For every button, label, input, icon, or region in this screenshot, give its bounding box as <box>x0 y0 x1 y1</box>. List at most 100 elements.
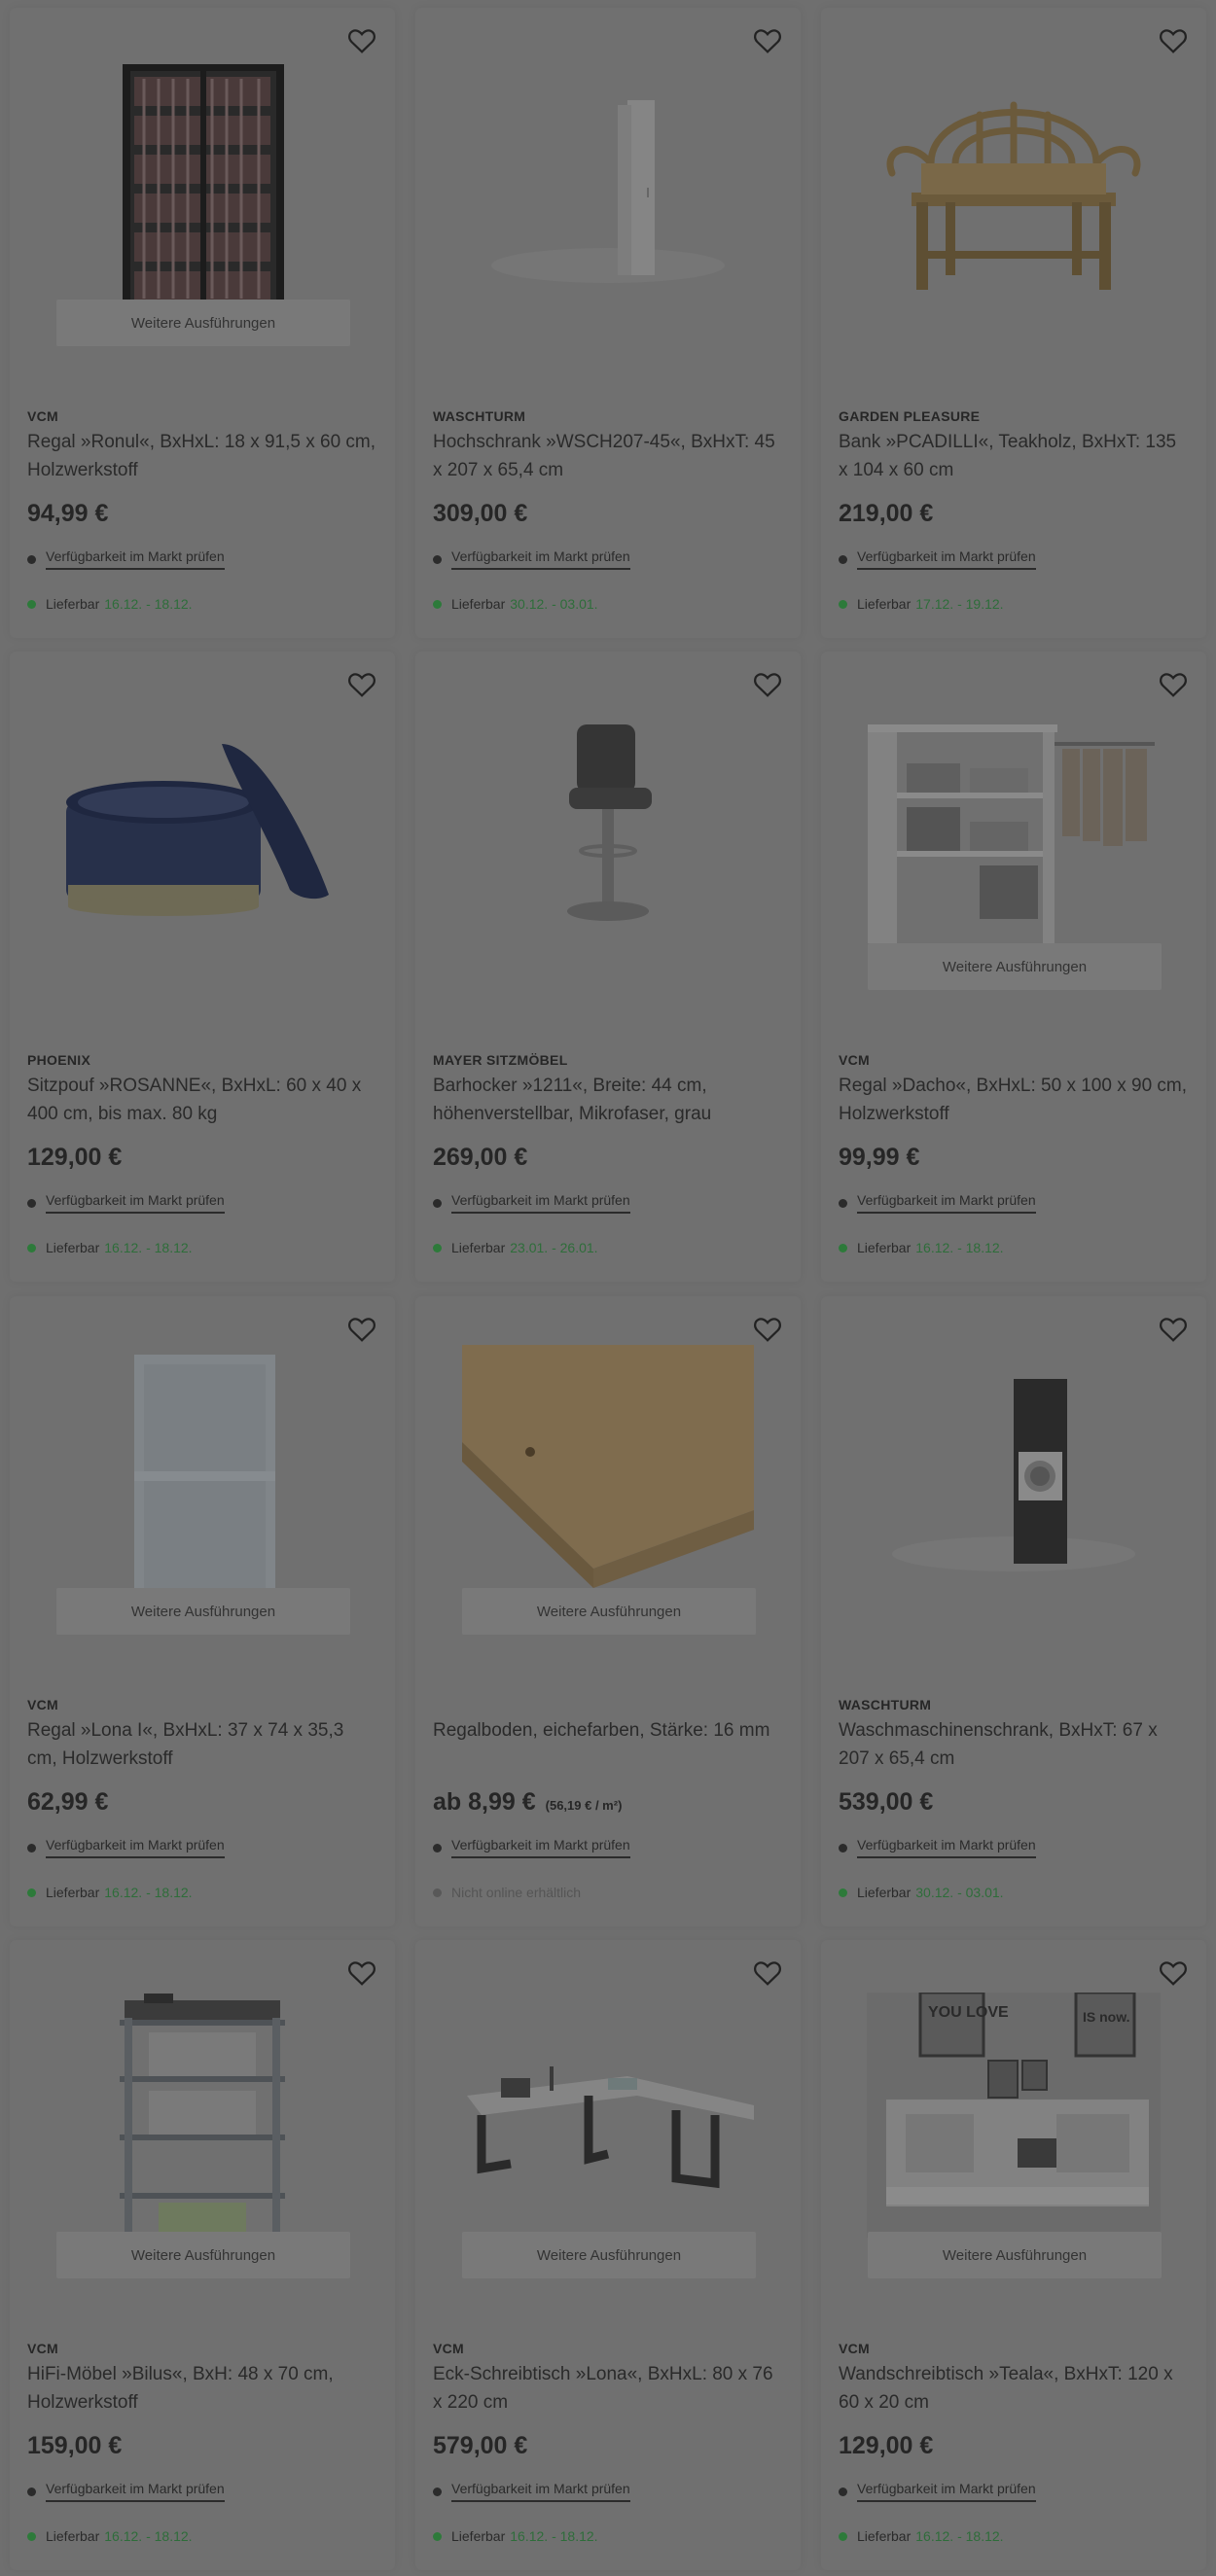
product-title[interactable]: Regal »Ronul«, BxHxL: 18 x 91,5 x 60 cm,… <box>27 428 377 484</box>
availability-check[interactable]: Verfügbarkeit im Markt prüfen <box>433 2481 630 2502</box>
product-title[interactable]: Hochschrank »WSCH207-45«, BxHxT: 45 x 20… <box>433 428 783 484</box>
availability-link[interactable]: Verfügbarkeit im Markt prüfen <box>451 548 630 570</box>
product-price: 579,00 € <box>433 2432 527 2460</box>
availability-check[interactable]: Verfügbarkeit im Markt prüfen <box>433 548 630 570</box>
product-card[interactable]: WASCHTURM Waschmaschinenschrank, BxHxT: … <box>821 1296 1206 1926</box>
product-price: ab 8,99 € (56,19 € / m²) <box>433 1788 622 1817</box>
more-variants-button[interactable]: Weitere Ausführungen <box>462 2232 756 2278</box>
availability-check[interactable]: Verfügbarkeit im Markt prüfen <box>27 1837 225 1858</box>
more-variants-button[interactable]: Weitere Ausführungen <box>56 2232 350 2278</box>
availability-link[interactable]: Verfügbarkeit im Markt prüfen <box>857 548 1036 570</box>
product-card[interactable]: YOU LOVE IS now. Weitere Ausführungen VC… <box>821 1940 1206 2570</box>
availability-check[interactable]: Verfügbarkeit im Markt prüfen <box>839 2481 1036 2502</box>
product-title[interactable]: Waschmaschinenschrank, BxHxT: 67 x 207 x… <box>839 1716 1189 1773</box>
availability-check[interactable]: Verfügbarkeit im Markt prüfen <box>27 548 225 570</box>
delivery-label: Lieferbar <box>46 596 100 612</box>
product-card[interactable]: PHOENIX Sitzpouf »ROSANNE«, BxHxL: 60 x … <box>10 652 395 1282</box>
product-card[interactable]: Weitere Ausführungen VCM Regal »Lona I«,… <box>10 1296 395 1926</box>
product-image[interactable] <box>850 695 1177 958</box>
availability-link[interactable]: Verfügbarkeit im Markt prüfen <box>46 548 225 570</box>
wall-desk-image: YOU LOVE IS now. <box>867 1993 1161 2238</box>
delivery-dot <box>839 1243 847 1253</box>
product-title[interactable]: Barhocker »1211«, Breite: 44 cm, höhenve… <box>433 1072 783 1128</box>
delivery-dot <box>27 1888 36 1897</box>
product-image[interactable] <box>39 52 366 314</box>
product-image[interactable] <box>445 52 771 314</box>
price-value: 99,99 € <box>839 1144 920 1171</box>
garden-bench-image <box>886 101 1141 290</box>
availability-check[interactable]: Verfügbarkeit im Markt prüfen <box>433 1837 630 1858</box>
product-title[interactable]: Bank »PCADILLI«, Teakholz, BxHxT: 135 x … <box>839 428 1189 484</box>
price-value: 579,00 € <box>433 2432 528 2459</box>
delivery-dot <box>839 599 847 609</box>
more-variants-button[interactable]: Weitere Ausführungen <box>462 1588 756 1635</box>
product-card[interactable]: GARDEN PLEASURE Bank »PCADILLI«, Teakhol… <box>821 8 1206 638</box>
delivery-label: Lieferbar <box>857 596 912 612</box>
availability-check[interactable]: Verfügbarkeit im Markt prüfen <box>433 1192 630 1214</box>
product-image[interactable] <box>39 1340 366 1603</box>
product-title[interactable]: HiFi-Möbel »Bilus«, BxH: 48 x 70 cm, Hol… <box>27 2360 377 2417</box>
product-image[interactable] <box>850 52 1177 314</box>
availability-link[interactable]: Verfügbarkeit im Markt prüfen <box>451 1192 630 1214</box>
product-card[interactable]: Weitere Ausführungen VCM Regal »Ronul«, … <box>10 8 395 638</box>
product-image[interactable] <box>39 1984 366 2246</box>
delivery-info: Lieferbar 16.12. - 18.12. <box>839 2528 1004 2544</box>
price-value: 539,00 € <box>839 1788 934 1816</box>
poster-left-text: YOU LOVE <box>928 2004 1009 2021</box>
delivery-dot <box>27 599 36 609</box>
availability-link[interactable]: Verfügbarkeit im Markt prüfen <box>451 2481 630 2502</box>
product-image[interactable] <box>445 1984 771 2246</box>
product-image[interactable] <box>445 1340 771 1603</box>
availability-check[interactable]: Verfügbarkeit im Markt prüfen <box>839 548 1036 570</box>
product-title[interactable]: Eck-Schreibtisch »Lona«, BxHxL: 80 x 76 … <box>433 2360 783 2417</box>
more-variants-button[interactable]: Weitere Ausführungen <box>56 300 350 346</box>
product-image[interactable]: YOU LOVE IS now. <box>850 1984 1177 2246</box>
product-price: 94,99 € <box>27 500 108 528</box>
availability-link[interactable]: Verfügbarkeit im Markt prüfen <box>46 1837 225 1858</box>
product-price: 99,99 € <box>839 1144 919 1172</box>
product-brand: VCM <box>27 2341 59 2356</box>
delivery-dot <box>433 1243 442 1253</box>
product-title[interactable]: Regal »Lona I«, BxHxL: 37 x 74 x 35,3 cm… <box>27 1716 377 1773</box>
product-card[interactable]: WASCHTURM Hochschrank »WSCH207-45«, BxHx… <box>415 8 801 638</box>
more-variants-button[interactable]: Weitere Ausführungen <box>868 943 1162 990</box>
availability-check[interactable]: Verfügbarkeit im Markt prüfen <box>27 2481 225 2502</box>
availability-link[interactable]: Verfügbarkeit im Markt prüfen <box>46 2481 225 2502</box>
availability-link[interactable]: Verfügbarkeit im Markt prüfen <box>857 2481 1036 2502</box>
product-title[interactable]: Wandschreibtisch »Teala«, BxHxT: 120 x 6… <box>839 2360 1189 2417</box>
product-image[interactable] <box>39 695 366 958</box>
price-value: 94,99 € <box>27 500 109 527</box>
delivery-info: Nicht online erhältlich <box>433 1885 581 1900</box>
more-variants-button[interactable]: Weitere Ausführungen <box>56 1588 350 1635</box>
delivery-date: 16.12. - 18.12. <box>104 2528 193 2544</box>
product-brand: WASCHTURM <box>433 408 526 424</box>
availability-check[interactable]: Verfügbarkeit im Markt prüfen <box>27 1192 225 1214</box>
product-card[interactable]: Weitere Ausführungen VCM Eck-Schreibtisc… <box>415 1940 801 2570</box>
product-brand: WASCHTURM <box>839 1697 932 1712</box>
product-title[interactable]: Sitzpouf »ROSANNE«, BxHxL: 60 x 40 x 400… <box>27 1072 377 1128</box>
product-price: 309,00 € <box>433 500 527 528</box>
product-brand: VCM <box>433 2341 465 2356</box>
product-card[interactable]: MAYER SITZMÖBEL Barhocker »1211«, Breite… <box>415 652 801 1282</box>
availability-link[interactable]: Verfügbarkeit im Markt prüfen <box>857 1837 1036 1858</box>
product-title[interactable]: Regalboden, eichefarben, Stärke: 16 mm <box>433 1716 783 1745</box>
product-price: 62,99 € <box>27 1788 108 1817</box>
product-card[interactable]: Weitere Ausführungen VCM Regal »Dacho«, … <box>821 652 1206 1282</box>
product-card[interactable]: Weitere Ausführungen Regalboden, eichefa… <box>415 1296 801 1926</box>
availability-link[interactable]: Verfügbarkeit im Markt prüfen <box>46 1192 225 1214</box>
availability-check[interactable]: Verfügbarkeit im Markt prüfen <box>839 1837 1036 1858</box>
delivery-dot <box>27 1243 36 1253</box>
wardrobe-shelf-image <box>868 724 1155 943</box>
more-variants-button[interactable]: Weitere Ausführungen <box>868 2232 1162 2278</box>
product-title[interactable]: Regal »Dacho«, BxHxL: 50 x 100 x 90 cm, … <box>839 1072 1189 1128</box>
availability-check[interactable]: Verfügbarkeit im Markt prüfen <box>839 1192 1036 1214</box>
product-image[interactable] <box>445 695 771 958</box>
product-image[interactable] <box>850 1340 1177 1603</box>
delivery-date: 17.12. - 19.12. <box>915 596 1004 612</box>
availability-link[interactable]: Verfügbarkeit im Markt prüfen <box>451 1837 630 1858</box>
product-card[interactable]: Weitere Ausführungen VCM HiFi-Möbel »Bil… <box>10 1940 395 2570</box>
delivery-date: 30.12. - 03.01. <box>915 1885 1004 1900</box>
bar-stool-image <box>567 724 652 921</box>
delivery-date: 16.12. - 18.12. <box>104 1240 193 1255</box>
availability-link[interactable]: Verfügbarkeit im Markt prüfen <box>857 1192 1036 1214</box>
